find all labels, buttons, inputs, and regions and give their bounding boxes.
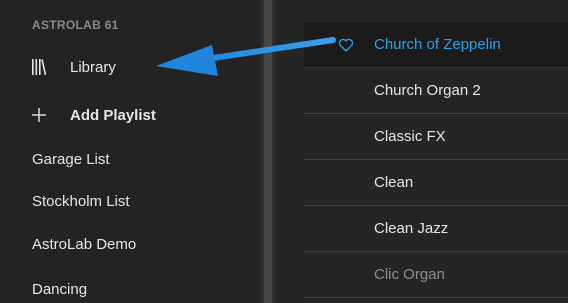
preset-row[interactable]: Clic Organ xyxy=(304,252,568,298)
preset-row[interactable]: Clean Jazz xyxy=(304,206,568,252)
sidebar-item-stockholm-list[interactable]: Stockholm List xyxy=(0,183,261,219)
panel-splitter[interactable] xyxy=(261,0,275,303)
add-playlist-button[interactable]: Add Playlist xyxy=(0,97,261,133)
preset-row[interactable]: Church of Zeppelin xyxy=(304,22,568,68)
preset-name: Clean Jazz xyxy=(374,220,449,237)
preset-row[interactable]: Clean xyxy=(304,160,568,206)
sidebar-item-garage-list[interactable]: Garage List xyxy=(0,141,261,177)
heart-icon[interactable] xyxy=(338,37,354,53)
playlist-label: Garage List xyxy=(32,150,110,168)
preset-name: Church Organ 2 xyxy=(374,82,481,99)
preset-name: Clean xyxy=(374,174,414,191)
preset-row[interactable]: Classic FX xyxy=(304,114,568,160)
preset-name: Classic FX xyxy=(374,128,446,145)
library-icon xyxy=(32,57,46,77)
device-name: ASTROLAB 61 xyxy=(32,18,119,32)
app-window: ASTROLAB 61 Library Add Playlist Garage … xyxy=(0,0,568,303)
plus-icon xyxy=(32,105,46,125)
preset-list: Church of Zeppelin Church Organ 2 Classi… xyxy=(275,0,568,303)
preset-name: Clic Organ xyxy=(374,266,445,283)
playlist-label: AstroLab Demo xyxy=(32,235,137,253)
sidebar-item-astrolab-demo[interactable]: AstroLab Demo xyxy=(0,226,261,262)
preset-row[interactable]: Church Organ 2 xyxy=(304,68,568,114)
preset-name: Church of Zeppelin xyxy=(374,36,501,53)
sidebar: ASTROLAB 61 Library Add Playlist Garage … xyxy=(0,0,261,303)
playlist-label: Stockholm List xyxy=(32,192,130,210)
splitter-handle[interactable] xyxy=(264,0,272,303)
sidebar-item-library[interactable]: Library xyxy=(0,49,261,85)
add-playlist-label: Add Playlist xyxy=(70,106,156,124)
sidebar-item-dancing[interactable]: Dancing xyxy=(0,271,261,303)
playlist-label: Dancing xyxy=(32,280,88,298)
sidebar-item-label: Library xyxy=(70,58,116,76)
